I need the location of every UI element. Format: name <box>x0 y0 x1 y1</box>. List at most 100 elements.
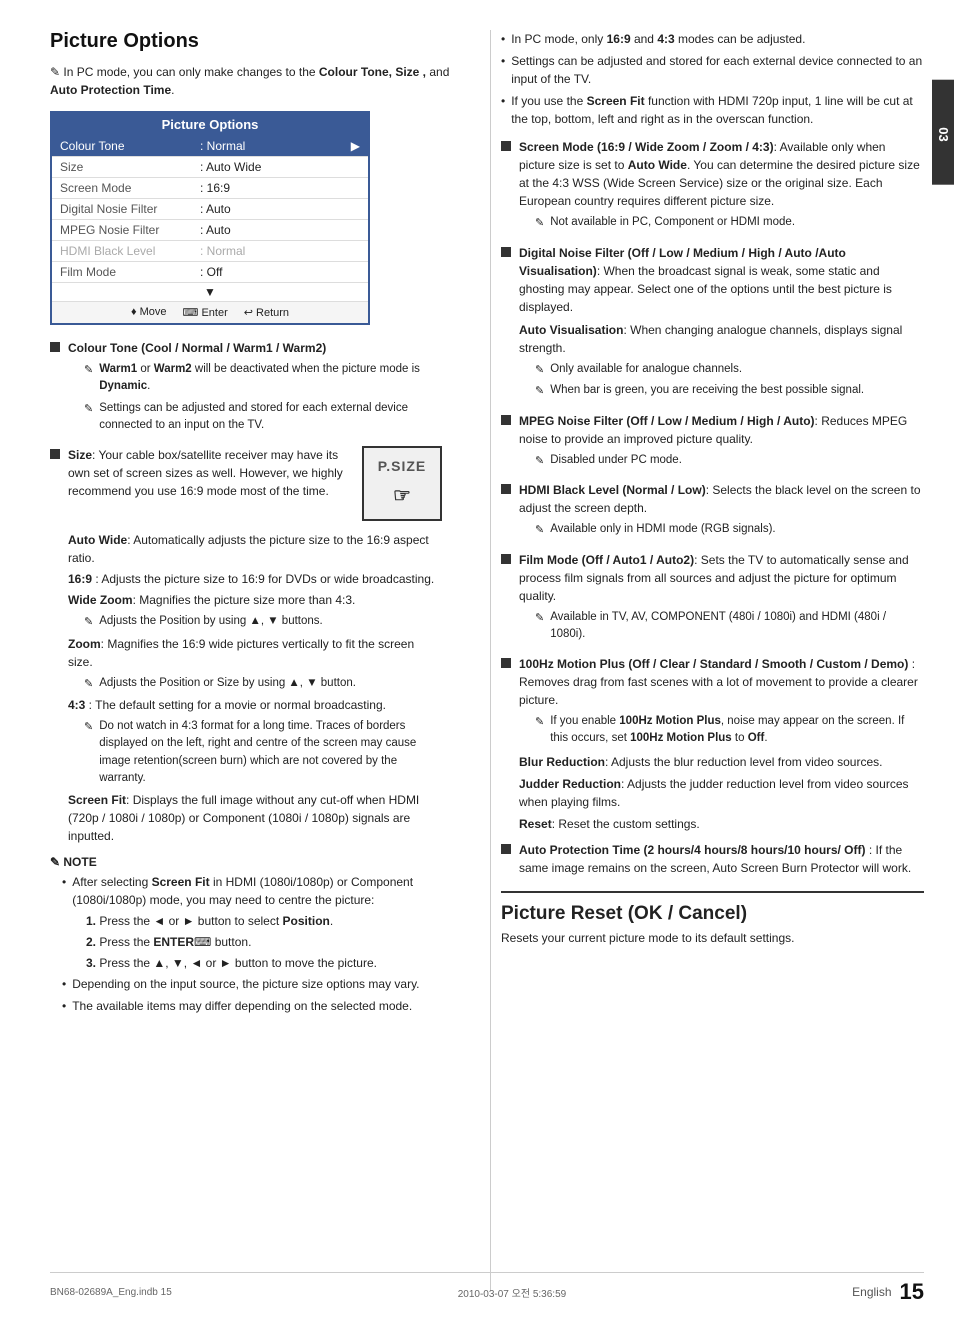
note-item: ✎ Settings can be adjusted and stored fo… <box>84 400 450 435</box>
auto-vis-text: Auto Visualisation: When changing analog… <box>519 321 924 357</box>
menu-row: Film Mode : Off <box>52 262 368 283</box>
note-item: ✎ Available in TV, AV, COMPONENT (480i /… <box>535 609 924 644</box>
psize-hand: ☞ <box>393 481 411 511</box>
picture-reset-text: Resets your current picture mode to its … <box>501 931 924 945</box>
menu-row-label: Screen Mode <box>60 181 200 195</box>
bullet-square <box>501 554 511 564</box>
note-item: ✎ Not available in PC, Component or HDMI… <box>535 214 924 232</box>
top-bullets: • In PC mode, only 16:9 and 4:3 modes ca… <box>501 30 924 128</box>
note-icon: ✎ <box>535 522 544 539</box>
note-bullet: • In PC mode, only 16:9 and 4:3 modes ca… <box>501 30 924 48</box>
footer-file: BN68-02689A_Eng.indb 15 <box>50 1287 172 1298</box>
bullet-film-mode: Film Mode (Off / Auto1 / Auto2): Sets th… <box>501 551 924 648</box>
bullet-square <box>50 342 60 352</box>
mpeg-noise-text: MPEG Noise Filter (Off / Low / Medium / … <box>519 412 924 448</box>
note-bullet-text: Depending on the input source, the pictu… <box>72 975 419 993</box>
note-bullet: • Settings can be adjusted and stored fo… <box>501 52 924 88</box>
wide-zoom-text: Wide Zoom: Magnifies the picture size mo… <box>68 591 442 609</box>
note-icon: ✎ <box>535 215 544 232</box>
note-bullet-text: After selecting Screen Fit in HDMI (1080… <box>72 873 450 909</box>
note-content: Warm1 or Warm2 will be deactivated when … <box>99 361 450 396</box>
footer-date: 2010-03-07 오전 5:36:59 <box>458 1285 566 1300</box>
note-bullet-text: If you use the Screen Fit function with … <box>511 92 924 128</box>
menu-row-label: Film Mode <box>60 265 200 279</box>
bullet-dot: • <box>62 997 66 1015</box>
bullet-dot: • <box>501 30 505 48</box>
menu-row-value: : Normal <box>200 139 351 153</box>
note-content: Only available for analogue channels. <box>550 361 924 379</box>
bullet-mpeg-noise: MPEG Noise Filter (Off / Low / Medium / … <box>501 412 924 474</box>
note-content: If you enable 100Hz Motion Plus, noise m… <box>550 713 924 748</box>
left-column: Picture Options ✎ In PC mode, you can on… <box>50 30 470 1291</box>
note-item: ✎ Only available for analogue channels. <box>535 361 924 379</box>
bullet-content: P.SIZE ☞ Size: Your cable box/satellite … <box>68 446 442 847</box>
note-item: ✎ Do not watch in 4:3 format for a long … <box>84 718 442 787</box>
menu-nav: ♦ Move ⌨ Enter ↩ Return <box>52 301 368 323</box>
menu-row-label: Digital Nosie Filter <box>60 202 200 216</box>
bullet-square <box>501 415 511 425</box>
note-item: ✎ If you enable 100Hz Motion Plus, noise… <box>535 713 924 748</box>
note-content: Adjusts the Position by using ▲, ▼ butto… <box>99 613 442 631</box>
menu-row-value: : Auto <box>200 223 360 237</box>
note-content: Not available in PC, Component or HDMI m… <box>550 214 924 232</box>
bullet-colour-tone: Colour Tone (Cool / Normal / Warm1 / War… <box>50 339 450 438</box>
film-mode-text: Film Mode (Off / Auto1 / Auto2): Sets th… <box>519 551 924 605</box>
note-icon: ✎ <box>84 614 93 631</box>
menu-row: Size : Auto Wide <box>52 157 368 178</box>
note-content: Settings can be adjusted and stored for … <box>99 400 450 435</box>
note-box: ✎ NOTE • After selecting Screen Fit in H… <box>50 855 450 1015</box>
blur-reduction-text: Blur Reduction: Adjusts the blur reducti… <box>519 753 924 771</box>
menu-row-label: HDMI Black Level <box>60 244 200 258</box>
judder-reduction-text: Judder Reduction: Adjusts the judder red… <box>519 775 924 811</box>
auto-wide-text: Auto Wide: Automatically adjusts the pic… <box>68 531 442 567</box>
bullet-content: Digital Noise Filter (Off / Low / Medium… <box>519 244 924 404</box>
note-bullet: • The available items may differ dependi… <box>62 997 450 1015</box>
100hz-text: 100Hz Motion Plus (Off / Clear / Standar… <box>519 655 924 709</box>
note-icon: ✎ <box>535 362 544 379</box>
note-bullet: • If you use the Screen Fit function wit… <box>501 92 924 128</box>
bullet-100hz: 100Hz Motion Plus (Off / Clear / Standar… <box>501 655 924 833</box>
note-content: Adjusts the Position or Size by using ▲,… <box>99 675 442 693</box>
bullet-hdmi-black: HDMI Black Level (Normal / Low): Selects… <box>501 481 924 543</box>
reset-text: Reset: Reset the custom settings. <box>519 815 924 833</box>
menu-row: MPEG Nosie Filter : Auto <box>52 220 368 241</box>
bullet-square <box>501 484 511 494</box>
menu-row-arrow: ▶ <box>351 139 360 153</box>
bullet-dot: • <box>501 92 505 128</box>
menu-row-value: : 16:9 <box>200 181 360 195</box>
note-content: Available in TV, AV, COMPONENT (480i / 1… <box>550 609 924 644</box>
note-bullet: • Depending on the input source, the pic… <box>62 975 450 993</box>
hdmi-black-text: HDMI Black Level (Normal / Low): Selects… <box>519 481 924 517</box>
menu-row-label: MPEG Nosie Filter <box>60 223 200 237</box>
bullet-digital-noise: Digital Noise Filter (Off / Low / Medium… <box>501 244 924 404</box>
menu-row-label: Colour Tone <box>60 139 200 153</box>
note-bullets: • After selecting Screen Fit in HDMI (10… <box>62 873 450 1015</box>
bullet-content: 100Hz Motion Plus (Off / Clear / Standar… <box>519 655 924 833</box>
picture-reset-title: Picture Reset (OK / Cancel) <box>501 891 924 925</box>
bullet-square <box>501 141 511 151</box>
bullet-content: MPEG Noise Filter (Off / Low / Medium / … <box>519 412 924 474</box>
note-icon: ✎ <box>84 719 93 787</box>
16-9-text: 16:9 : Adjusts the picture size to 16:9 … <box>68 570 442 588</box>
note-icon: ✎ <box>535 453 544 470</box>
right-column: • In PC mode, only 16:9 and 4:3 modes ca… <box>490 30 924 1291</box>
screen-mode-text: Screen Mode (16:9 / Wide Zoom / Zoom / 4… <box>519 138 924 210</box>
note-item: ✎ Adjusts the Position or Size by using … <box>84 675 442 693</box>
bullet-auto-protection: Auto Protection Time (2 hours/4 hours/8 … <box>501 841 924 877</box>
menu-row: HDMI Black Level : Normal <box>52 241 368 262</box>
page-footer: BN68-02689A_Eng.indb 15 2010-03-07 오전 5:… <box>50 1272 924 1305</box>
bullet-content: HDMI Black Level (Normal / Low): Selects… <box>519 481 924 543</box>
bullet-size: P.SIZE ☞ Size: Your cable box/satellite … <box>50 446 450 847</box>
menu-rows: Colour Tone : Normal ▶ Size : Auto Wide … <box>52 136 368 301</box>
note-item: ✎ When bar is green, you are receiving t… <box>535 382 924 400</box>
footer-page: English 15 <box>852 1279 924 1305</box>
note-content: Disabled under PC mode. <box>550 452 924 470</box>
nav-move: ♦ Move <box>131 306 167 319</box>
note-icon: ✎ <box>84 362 93 396</box>
bullet-content: Auto Protection Time (2 hours/4 hours/8 … <box>519 841 924 877</box>
note-bullet-text: In PC mode, only 16:9 and 4:3 modes can … <box>511 30 805 48</box>
psize-image: P.SIZE ☞ <box>362 446 442 521</box>
bullet-screen-mode: Screen Mode (16:9 / Wide Zoom / Zoom / 4… <box>501 138 924 236</box>
side-tab-number: 03 <box>936 127 951 141</box>
note-content: Available only in HDMI mode (RGB signals… <box>550 521 924 539</box>
